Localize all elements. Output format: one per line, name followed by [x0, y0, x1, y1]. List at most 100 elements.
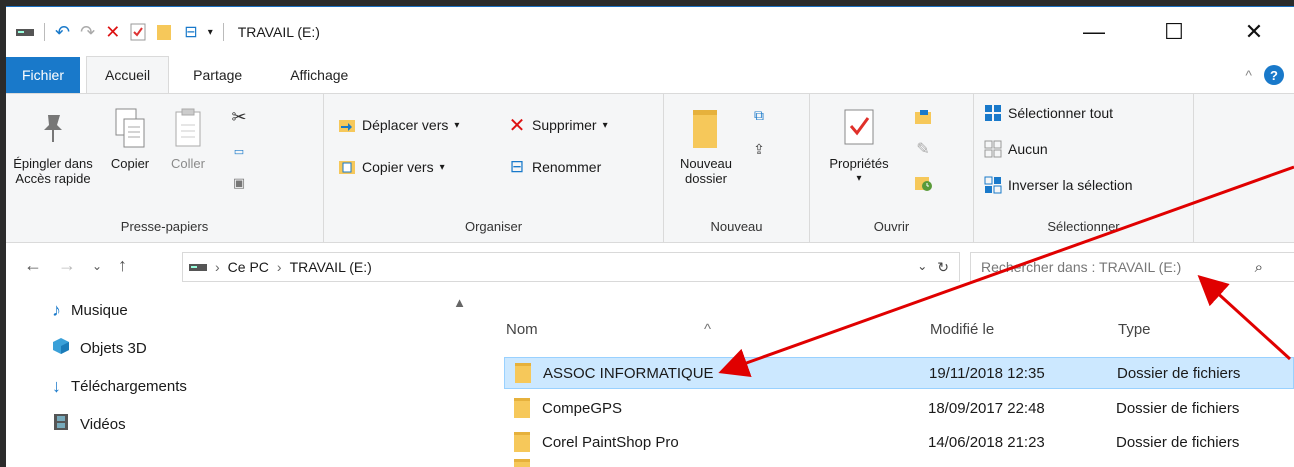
group-open-label: Ouvrir — [873, 219, 910, 234]
explorer-window: ↶ ↷ ✕ ⊟ ▾ TRAVAIL (E:) — ☐ ✕ Fichier Acc… — [6, 6, 1294, 467]
column-name[interactable]: Nom — [506, 321, 538, 338]
nav-item-label: Téléchargements — [71, 377, 187, 395]
search-placeholder: Rechercher dans : TRAVAIL (E:) — [981, 259, 1182, 275]
minimize-button[interactable]: — — [1054, 7, 1134, 57]
search-icon[interactable]: ⌕ — [1255, 259, 1263, 276]
delete-button[interactable]: ✕ Supprimer ▾ — [508, 115, 608, 137]
column-type[interactable]: Type — [1118, 321, 1151, 338]
paste-shortcut-icon[interactable]: ▣ — [230, 174, 248, 192]
file-row[interactable]: ASSOC INFORMATIQUE 19/11/2018 12:35 Doss… — [504, 357, 1294, 389]
column-headers: ^ Nom Modifié le Type — [474, 291, 1294, 351]
breadcrumb-drive[interactable]: TRAVAIL (E:) — [290, 259, 372, 275]
collapse-ribbon-icon[interactable]: ^ — [1245, 67, 1252, 83]
group-new-label: Nouveau — [710, 219, 763, 234]
file-row[interactable]: CompeGPS 18/09/2017 22:48 Dossier de fic… — [504, 392, 1294, 424]
copy-label: Copier — [110, 156, 150, 171]
easy-access-icon[interactable]: ⇪ — [750, 140, 768, 158]
cube-icon — [52, 337, 70, 359]
ribbon-tabs: Fichier Accueil Partage Affichage ^ ? — [6, 56, 1294, 93]
file-row-partial[interactable] — [504, 459, 1294, 467]
window-title: TRAVAIL (E:) — [237, 24, 320, 40]
new-folder-icon[interactable] — [156, 23, 174, 41]
properties-check-icon[interactable] — [130, 23, 146, 41]
tab-home[interactable]: Accueil — [86, 56, 170, 93]
breadcrumb-this-pc[interactable]: Ce PC — [228, 259, 269, 275]
nav-item-3d-objects[interactable]: Objets 3D — [6, 329, 474, 367]
search-box[interactable]: Rechercher dans : TRAVAIL (E:) ⌕ — [970, 252, 1294, 282]
open-icon[interactable] — [914, 108, 932, 126]
group-organize-label: Organiser — [464, 219, 523, 234]
copy-path-icon[interactable]: ▭ — [230, 142, 248, 160]
rename-label: Renommer — [532, 159, 602, 175]
nav-item-label: Vidéos — [80, 415, 126, 433]
new-item-icon[interactable]: ⧉ — [750, 106, 768, 124]
file-name: CompeGPS — [542, 399, 623, 417]
nav-scroll-up-icon[interactable]: ▲ — [453, 295, 466, 310]
tab-view[interactable]: Affichage — [260, 57, 366, 93]
move-to-dropdown-icon: ▾ — [454, 119, 460, 131]
file-name: ASSOC INFORMATIQUE — [543, 364, 714, 382]
group-select-label: Sélectionner — [1047, 219, 1120, 234]
move-to-label: Déplacer vers — [362, 117, 449, 133]
nav-item-videos[interactable]: Vidéos — [6, 405, 474, 443]
invert-selection-button[interactable]: Inverser la sélection — [984, 176, 1133, 194]
undo-icon[interactable]: ↶ — [55, 22, 70, 43]
rename-icon[interactable]: ⊟ — [184, 22, 197, 42]
toolbar-separator — [222, 23, 224, 41]
pin-icon — [38, 100, 68, 156]
column-modified[interactable]: Modifié le — [930, 321, 994, 338]
folder-icon — [515, 363, 531, 383]
breadcrumb-separator-icon: › — [215, 259, 220, 275]
copy-to-dropdown-icon: ▾ — [439, 161, 445, 173]
select-none-button[interactable]: Aucun — [984, 140, 1048, 158]
file-type: Dossier de fichiers — [1116, 399, 1240, 417]
copy-button[interactable]: Copier — [102, 100, 158, 171]
close-button[interactable]: ✕ — [1214, 7, 1294, 57]
new-folder-button[interactable]: Nouveau dossier — [670, 100, 742, 186]
pin-quick-access-button[interactable]: Épingler dans Accès rapide — [6, 100, 100, 186]
paste-label: Coller — [171, 156, 205, 171]
folder-large-icon — [691, 100, 721, 156]
maximize-button[interactable]: ☐ — [1134, 7, 1214, 57]
rename-button[interactable]: ⊟ Renommer — [508, 157, 602, 176]
screen-background: ↶ ↷ ✕ ⊟ ▾ TRAVAIL (E:) — ☐ ✕ Fichier Acc… — [0, 0, 1294, 467]
copy-to-button[interactable]: Copier vers ▾ — [338, 158, 445, 176]
back-icon[interactable]: ← — [24, 255, 42, 276]
tab-file[interactable]: Fichier — [6, 57, 81, 93]
edit-icon[interactable]: ✎ — [914, 140, 932, 158]
recent-locations-icon[interactable]: ⌄ — [92, 259, 102, 273]
help-icon[interactable]: ? — [1264, 65, 1284, 85]
address-dropdown-icon[interactable]: ⌄ — [917, 259, 927, 276]
file-modified: 19/11/2018 12:35 — [929, 364, 1045, 382]
main-area: ▲ ♪ Musique Objets 3D ↓ Téléchargements … — [6, 291, 1294, 467]
cut-icon[interactable]: ✂ — [230, 107, 248, 127]
window-controls: — ☐ ✕ — [1054, 7, 1294, 57]
tab-share[interactable]: Partage — [169, 57, 260, 93]
file-row[interactable]: Corel PaintShop Pro 14/06/2018 21:23 Dos… — [504, 426, 1294, 458]
drive-icon — [16, 27, 34, 37]
address-actions: ⌄ ↻ — [917, 259, 949, 276]
toolbar-separator — [44, 23, 45, 41]
refresh-icon[interactable]: ↻ — [937, 259, 949, 276]
delete-dropdown-icon: ▾ — [602, 119, 608, 131]
history-icon[interactable] — [914, 174, 932, 192]
forward-icon[interactable]: → — [58, 255, 76, 276]
delete-label: Supprimer — [532, 117, 597, 133]
select-all-button[interactable]: Sélectionner tout — [984, 104, 1113, 122]
title-bar: ↶ ↷ ✕ ⊟ ▾ TRAVAIL (E:) — ☐ ✕ — [6, 7, 1294, 57]
paste-button[interactable]: Coller — [160, 100, 216, 171]
nav-item-music[interactable]: ♪ Musique — [6, 291, 474, 329]
pin-label: Épingler dans Accès rapide — [13, 156, 93, 186]
customize-toolbar-icon[interactable]: ▾ — [208, 27, 213, 38]
delete-icon[interactable]: ✕ — [105, 22, 120, 43]
new-folder-label: Nouveau dossier — [679, 156, 733, 186]
nav-item-downloads[interactable]: ↓ Téléchargements — [6, 367, 474, 405]
move-to-button[interactable]: Déplacer vers ▾ — [338, 116, 459, 134]
address-box[interactable]: › Ce PC › TRAVAIL (E:) ⌄ ↻ — [182, 252, 960, 282]
up-icon[interactable]: ↑ — [118, 255, 127, 276]
quick-access-toolbar: ↶ ↷ ✕ ⊟ ▾ TRAVAIL (E:) — [6, 22, 320, 43]
properties-button[interactable]: Propriétés ▾ — [814, 100, 904, 186]
redo-icon[interactable]: ↷ — [80, 22, 95, 43]
properties-dropdown-icon: ▾ — [856, 173, 862, 184]
properties-label: Propriétés — [829, 156, 889, 171]
